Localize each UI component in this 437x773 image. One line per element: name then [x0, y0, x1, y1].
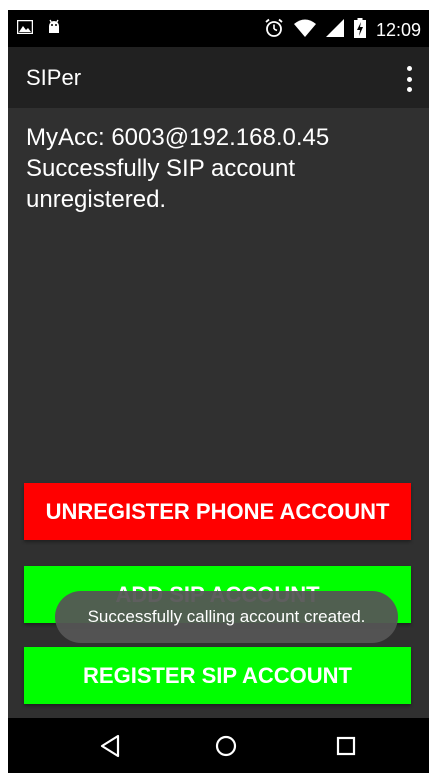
cell-signal-icon	[325, 19, 344, 42]
android-notification-icon	[47, 19, 61, 40]
app-title: SIPer	[26, 65, 82, 90]
overflow-menu-icon[interactable]	[399, 66, 419, 92]
app-bar: SIPer	[8, 47, 429, 108]
back-icon[interactable]	[90, 728, 130, 764]
unregister-phone-account-button[interactable]: UNREGISTER PHONE ACCOUNT	[24, 483, 411, 540]
phone-screen: 12:09 SIPer MyAcc: 6003@192.168.0.45 Suc…	[8, 10, 429, 773]
status-line: Successfully SIP account	[26, 155, 296, 182]
image-notification-icon	[16, 19, 34, 39]
status-bar: 12:09	[8, 10, 429, 47]
status-text-area: MyAcc: 6003@192.168.0.45 Successfully SI…	[26, 122, 416, 215]
status-notifications	[16, 19, 61, 40]
alarm-icon	[264, 18, 284, 43]
wifi-icon	[293, 19, 316, 42]
status-line: unregistered.	[26, 186, 167, 213]
toast-message: Successfully calling account created.	[55, 591, 398, 643]
register-sip-account-button[interactable]: REGISTER SIP ACCOUNT	[24, 647, 411, 704]
battery-charging-icon	[353, 18, 366, 43]
account-line: MyAcc: 6003@192.168.0.45	[26, 124, 330, 151]
home-icon[interactable]	[206, 728, 246, 764]
navigation-bar	[8, 718, 429, 773]
status-system-icons: 12:09	[264, 18, 421, 43]
clock: 12:09	[375, 20, 421, 40]
recents-icon[interactable]	[326, 728, 366, 764]
